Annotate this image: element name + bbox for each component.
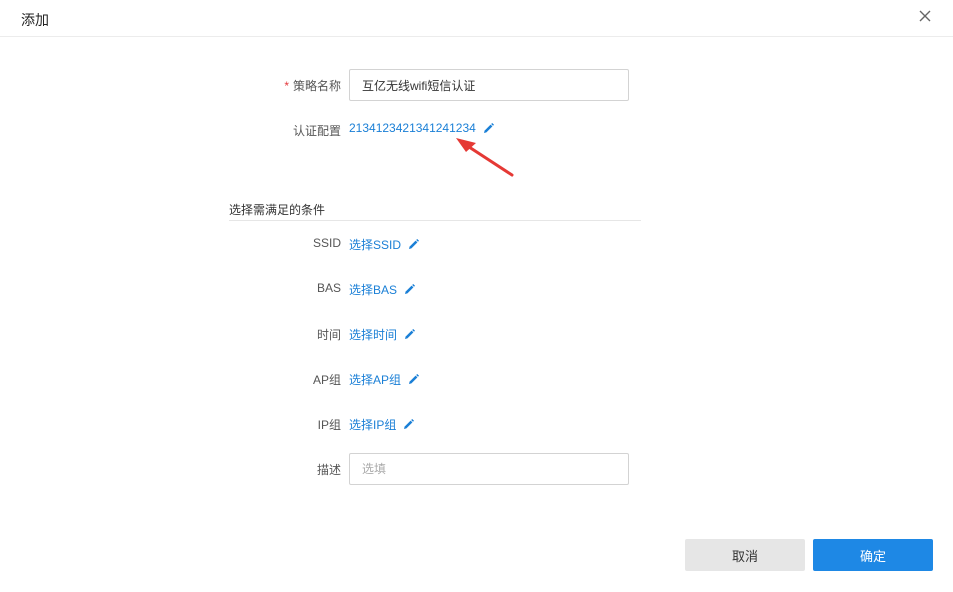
pencil-icon[interactable] <box>402 418 415 431</box>
select-bas-link[interactable]: 选择BAS <box>349 281 397 298</box>
cancel-button[interactable]: 取消 <box>685 539 805 571</box>
auth-config-row: 2134123421341241234 <box>349 121 495 135</box>
bas-label: BAS <box>316 281 341 295</box>
ssid-row: 选择SSID <box>349 236 420 253</box>
annotation-arrow-icon <box>456 138 514 177</box>
select-time-link[interactable]: 选择时间 <box>349 326 397 343</box>
auth-config-link[interactable]: 2134123421341241234 <box>349 121 476 135</box>
strategy-name-label-text: 策略名称 <box>292 79 341 93</box>
dialog-title: 添加 <box>21 12 49 28</box>
add-strategy-dialog: 添加 *策略名称 认证配置 2134123421341241234 选择需满足的… <box>0 0 953 592</box>
description-input[interactable] <box>349 453 629 485</box>
ip-group-row: 选择IP组 <box>349 416 415 433</box>
ap-group-row: 选择AP组 <box>349 371 420 388</box>
required-mark: * <box>284 79 289 93</box>
select-ap-group-link[interactable]: 选择AP组 <box>349 371 401 388</box>
pencil-icon[interactable] <box>403 283 416 296</box>
pencil-icon[interactable] <box>403 328 416 341</box>
ap-group-label: AP组 <box>312 373 341 387</box>
strategy-name-input[interactable] <box>349 69 629 101</box>
bas-row: 选择BAS <box>349 281 416 298</box>
section-divider <box>229 220 641 221</box>
ssid-label: SSID <box>312 236 341 250</box>
auth-config-label: 认证配置 <box>292 124 341 138</box>
strategy-name-label: * 策略名称 <box>201 77 341 94</box>
confirm-button[interactable]: 确定 <box>813 539 933 571</box>
select-ssid-link[interactable]: 选择SSID <box>349 236 401 253</box>
dialog-header: 添加 <box>0 0 953 37</box>
time-row: 选择时间 <box>349 326 416 343</box>
time-label: 时间 <box>316 328 341 342</box>
select-ip-group-link[interactable]: 选择IP组 <box>349 416 396 433</box>
conditions-section-title: 选择需满足的条件 <box>229 203 326 217</box>
pencil-icon[interactable] <box>482 122 495 135</box>
pencil-icon[interactable] <box>407 373 420 386</box>
ip-group-label: IP组 <box>317 418 341 432</box>
pencil-icon[interactable] <box>407 238 420 251</box>
description-label: 描述 <box>316 463 341 477</box>
close-icon[interactable] <box>916 7 934 25</box>
